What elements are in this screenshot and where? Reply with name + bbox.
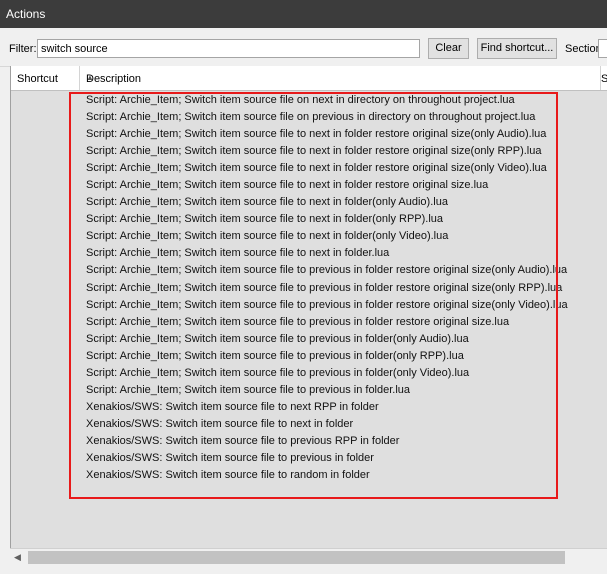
list-item[interactable]: Script: Archie_Item; Switch item source … xyxy=(86,211,586,228)
column-section-label: S xyxy=(601,73,607,85)
list-item[interactable]: Script: Archie_Item; Switch item source … xyxy=(86,245,586,262)
list-item[interactable]: Script: Archie_Item; Switch item source … xyxy=(86,143,586,160)
filter-input[interactable] xyxy=(37,39,420,58)
horizontal-scrollbar[interactable]: ◀ xyxy=(10,548,607,567)
toolbar: Filter: Clear Find shortcut... Section: xyxy=(0,28,607,67)
list-item[interactable]: Script: Archie_Item; Switch item source … xyxy=(86,280,586,297)
list-header: Shortcut ▲ Description S xyxy=(11,66,607,91)
bottom-edge xyxy=(0,566,607,574)
column-header-description[interactable]: ▲ Description xyxy=(80,66,601,90)
find-shortcut-button[interactable]: Find shortcut... xyxy=(477,38,557,59)
list-item[interactable]: Script: Archie_Item; Switch item source … xyxy=(86,160,586,177)
list-item[interactable]: Script: Archie_Item; Switch item source … xyxy=(86,382,586,399)
window-titlebar: Actions xyxy=(0,0,607,28)
column-description-label: Description xyxy=(86,73,142,85)
scroll-left-arrow-icon[interactable]: ◀ xyxy=(14,552,21,563)
list-item[interactable]: Script: Archie_Item; Switch item source … xyxy=(86,109,586,126)
clear-button[interactable]: Clear xyxy=(428,38,469,59)
list-item[interactable]: Xenakios/SWS: Switch item source file to… xyxy=(86,399,586,416)
list-item[interactable]: Script: Archie_Item; Switch item source … xyxy=(86,228,586,245)
list-item[interactable]: Script: Archie_Item; Switch item source … xyxy=(86,297,586,314)
section-dropdown[interactable] xyxy=(598,39,607,58)
window-title: Actions xyxy=(6,7,46,21)
column-header-section[interactable]: S xyxy=(601,66,607,90)
list-item[interactable]: Script: Archie_Item; Switch item source … xyxy=(86,126,586,143)
list-item[interactable]: Xenakios/SWS: Switch item source file to… xyxy=(86,416,586,433)
list-item[interactable]: Script: Archie_Item; Switch item source … xyxy=(86,331,586,348)
list-item[interactable]: Xenakios/SWS: Switch item source file to… xyxy=(86,433,586,450)
list-rows: Script: Archie_Item; Switch item source … xyxy=(86,92,586,484)
column-shortcut-label: Shortcut xyxy=(17,73,58,85)
list-item[interactable]: Script: Archie_Item; Switch item source … xyxy=(86,194,586,211)
actions-list[interactable]: Shortcut ▲ Description S Script: Archie_… xyxy=(10,66,607,566)
list-item[interactable]: Xenakios/SWS: Switch item source file to… xyxy=(86,467,586,484)
list-item[interactable]: Script: Archie_Item; Switch item source … xyxy=(86,348,586,365)
column-header-shortcut[interactable]: Shortcut xyxy=(11,66,80,90)
list-item[interactable]: Script: Archie_Item; Switch item source … xyxy=(86,92,586,109)
filter-label: Filter: xyxy=(9,43,37,55)
list-item[interactable]: Script: Archie_Item; Switch item source … xyxy=(86,177,586,194)
list-item[interactable]: Script: Archie_Item; Switch item source … xyxy=(86,314,586,331)
list-item[interactable]: Xenakios/SWS: Switch item source file to… xyxy=(86,450,586,467)
list-item[interactable]: Script: Archie_Item; Switch item source … xyxy=(86,262,586,279)
scrollbar-thumb[interactable] xyxy=(28,551,565,564)
list-item[interactable]: Script: Archie_Item; Switch item source … xyxy=(86,365,586,382)
